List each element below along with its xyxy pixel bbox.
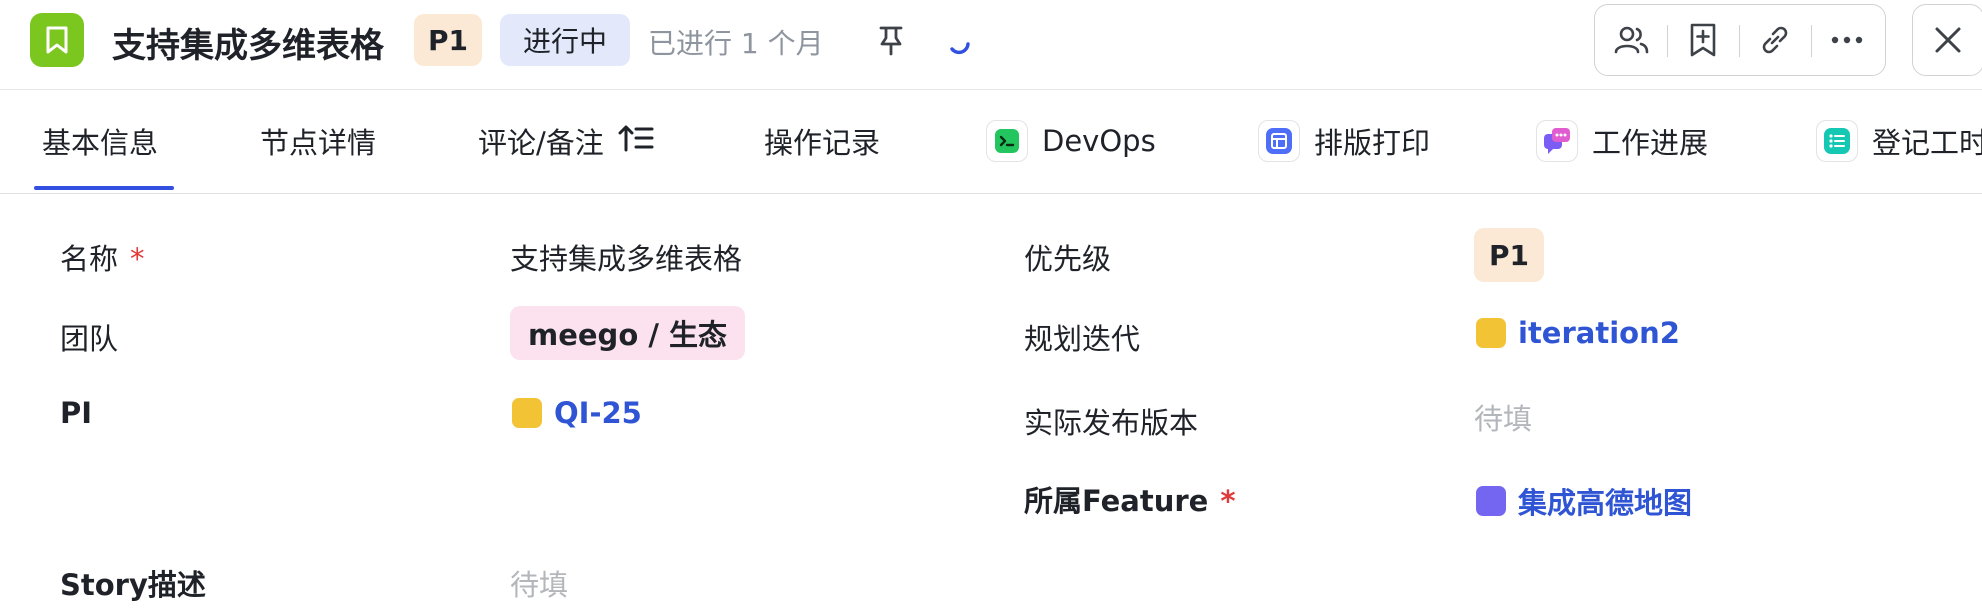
release-version-field[interactable]: 待填 — [1474, 396, 1532, 438]
pin-icon[interactable] — [876, 20, 906, 60]
tab-label: 评论/备注 — [478, 126, 604, 160]
close-icon[interactable] — [1912, 4, 1982, 76]
tab-label: 工作进展 — [1592, 126, 1709, 160]
team-label: 团队 — [60, 322, 119, 356]
feature-color-swatch — [1476, 486, 1506, 516]
tab-label: DevOps — [1042, 124, 1156, 158]
layout-icon — [1258, 120, 1300, 162]
feature-label: 所属Feature * — [1024, 484, 1236, 518]
team-chip[interactable]: meego / 生态 — [510, 306, 746, 360]
feature-link[interactable]: 集成高德地图 — [1476, 480, 1692, 522]
tab-devops[interactable]: DevOps — [986, 120, 1156, 162]
priority-label: 优先级 — [1024, 242, 1112, 276]
pi-color-swatch — [512, 398, 542, 428]
story-description-field[interactable]: 待填 — [510, 562, 568, 604]
members-icon[interactable] — [1595, 5, 1667, 75]
iteration-color-swatch — [1476, 318, 1506, 348]
tab-bar: 基本信息 节点详情 评论/备注 操作记录 DevOps 排版打印 工作进展 登记… — [0, 90, 1982, 194]
priority-badge[interactable]: P1 — [414, 14, 482, 66]
story-description-label: Story描述 — [60, 568, 206, 602]
tab-label: 排版打印 — [1314, 126, 1431, 160]
tab-label: 节点详情 — [260, 126, 377, 160]
name-label: 名称 * — [60, 242, 145, 276]
tab-operation-log[interactable]: 操作记录 — [764, 120, 880, 162]
tab-node-details[interactable]: 节点详情 — [260, 120, 376, 162]
pi-label: PI — [60, 396, 93, 430]
tab-label: 操作记录 — [764, 126, 881, 160]
loading-spinner-icon — [946, 30, 972, 56]
release-version-label: 实际发布版本 — [1024, 406, 1199, 440]
status-badge[interactable]: 进行中 — [500, 14, 630, 66]
more-icon[interactable] — [1811, 5, 1883, 75]
detail-header: 支持集成多维表格 P1 进行中 已进行 1 个月 — [0, 0, 1982, 90]
sort-icon[interactable] — [618, 123, 654, 160]
chat-icon — [1536, 120, 1578, 162]
page-title: 支持集成多维表格 — [112, 26, 384, 66]
iteration-link[interactable]: iteration2 — [1476, 316, 1680, 350]
tab-label: 登记工时 — [1872, 126, 1982, 160]
name-value[interactable]: 支持集成多维表格 — [510, 236, 742, 278]
header-action-group — [1594, 4, 1886, 76]
add-note-icon[interactable] — [1667, 5, 1739, 75]
bookmark-icon — [30, 13, 84, 67]
tab-comments[interactable]: 评论/备注 — [478, 120, 654, 162]
priority-value-badge[interactable]: P1 — [1474, 228, 1544, 282]
tab-log-hours[interactable]: 登记工时 — [1816, 120, 1982, 162]
tab-basic-info[interactable]: 基本信息 — [42, 120, 158, 162]
duration-text: 已进行 1 个月 — [648, 27, 824, 60]
list-icon — [1816, 120, 1858, 162]
tab-work-progress[interactable]: 工作进展 — [1536, 120, 1708, 162]
tab-label: 基本信息 — [42, 126, 159, 160]
terminal-icon — [986, 120, 1028, 162]
required-marker: * — [130, 242, 145, 276]
iteration-label: 规划迭代 — [1024, 322, 1141, 356]
link-icon[interactable] — [1739, 5, 1811, 75]
pi-link[interactable]: QI-25 — [512, 396, 642, 430]
active-tab-indicator — [34, 186, 174, 190]
required-marker: * — [1220, 484, 1236, 518]
tab-print-layout[interactable]: 排版打印 — [1258, 120, 1430, 162]
